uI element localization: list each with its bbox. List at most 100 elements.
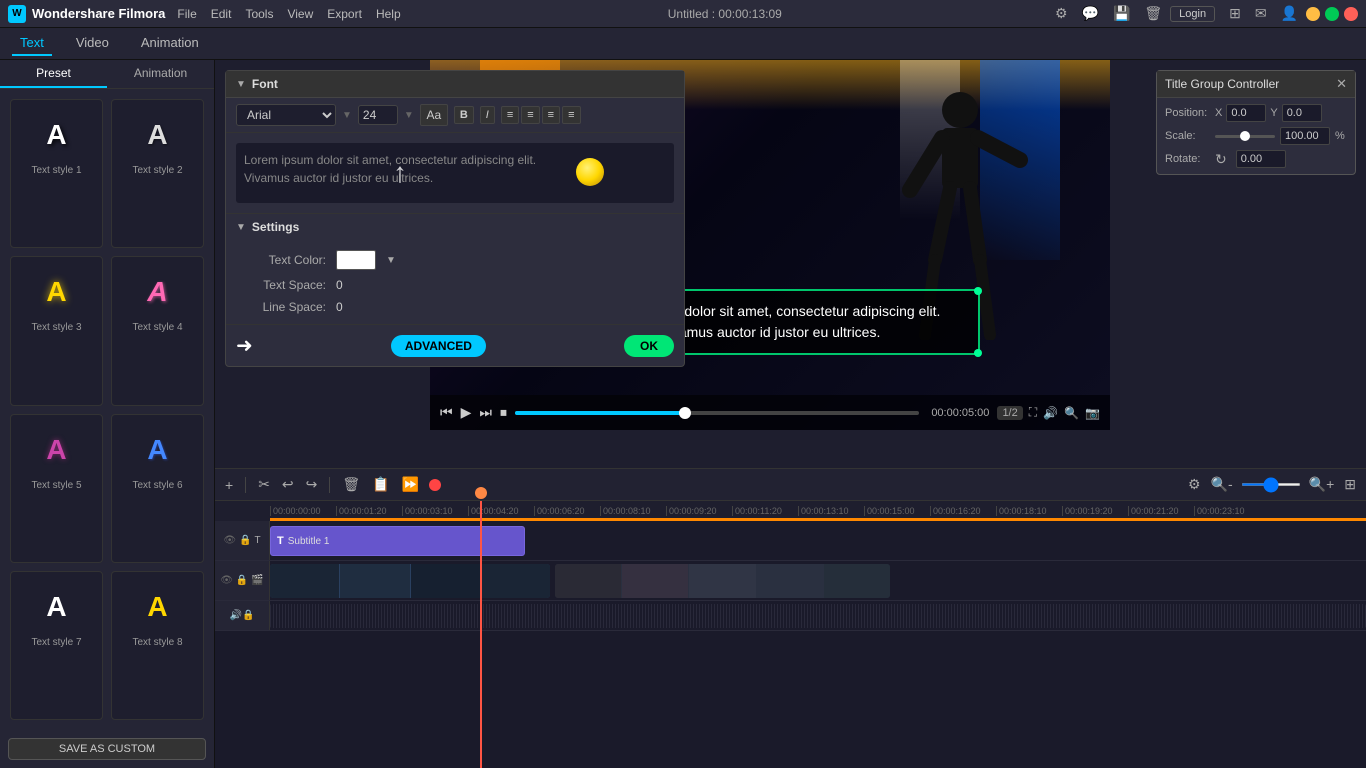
copy-button[interactable]: 📋	[370, 474, 391, 495]
x-input[interactable]	[1226, 104, 1266, 122]
style-item-8[interactable]: A Text style 8	[111, 571, 204, 720]
subtitle-clip[interactable]: Subtitle 1	[270, 526, 525, 556]
subtab-preset[interactable]: Preset	[0, 60, 107, 88]
style-item-6[interactable]: A Text style 6	[111, 414, 204, 563]
audio-track-content	[270, 601, 1366, 630]
bold-button[interactable]: B	[454, 106, 474, 124]
cut-button[interactable]: ✂	[256, 474, 272, 495]
font-toolbar: Arial ▼ ▼ Aa B I ≡ ≡ ≡ ≡	[226, 98, 684, 133]
add-track-button[interactable]: +	[223, 475, 235, 495]
video-clip-1[interactable]	[270, 564, 550, 598]
snapshot-icon[interactable]: 📷	[1085, 406, 1100, 420]
undo-button[interactable]: ↩	[280, 474, 296, 495]
title-controller-title: Title Group Controller	[1165, 77, 1279, 91]
color-dropdown-arrow[interactable]: ▼	[386, 255, 396, 266]
menu-bar: File Edit Tools View Export Help	[177, 7, 400, 21]
maximize-button[interactable]	[1325, 7, 1339, 21]
scale-input[interactable]	[1280, 127, 1330, 145]
fullscreen-icon[interactable]: ⛶	[1029, 405, 1037, 420]
video-clip-2[interactable]	[555, 564, 890, 598]
settings-icon[interactable]: ⚙	[1055, 5, 1068, 22]
timeline-fit-button[interactable]: ⊞	[1342, 474, 1358, 495]
style-item-1[interactable]: A Text style 1	[10, 99, 103, 248]
playhead-head	[475, 487, 487, 499]
align-left-button[interactable]: ≡	[501, 106, 519, 124]
login-button[interactable]: Login	[1170, 6, 1215, 22]
text-color-swatch[interactable]	[336, 250, 376, 270]
style-item-2[interactable]: A Text style 2	[111, 99, 204, 248]
align-center-button[interactable]: ≡	[521, 106, 539, 124]
menu-tools[interactable]: Tools	[245, 7, 273, 21]
line-space-value: 0	[336, 300, 343, 314]
handle-top-right[interactable]	[974, 287, 982, 295]
step-forward-button[interactable]: ⏭	[479, 404, 492, 421]
timeline-zoom-slider[interactable]	[1241, 483, 1301, 486]
redo-button[interactable]: ↪	[304, 474, 320, 495]
scale-slider[interactable]	[1215, 135, 1275, 138]
speed-button[interactable]: ⏩	[400, 474, 421, 495]
font-family-select[interactable]: Arial	[236, 104, 336, 126]
align-right-button[interactable]: ≡	[542, 106, 560, 124]
chat-icon[interactable]: 💬	[1082, 5, 1099, 22]
progress-thumb[interactable]	[679, 407, 691, 419]
menu-view[interactable]: View	[287, 7, 313, 21]
handle-bottom-right[interactable]	[974, 349, 982, 357]
speaker-icon[interactable]: 🔊	[230, 610, 242, 621]
position-xy: X Y	[1215, 104, 1322, 122]
trash-icon[interactable]: 🗑	[1144, 5, 1162, 22]
menu-file[interactable]: File	[177, 7, 196, 21]
style-label-1: Text style 1	[31, 165, 81, 176]
sub-tabs: Preset Animation	[0, 60, 214, 89]
style-item-3[interactable]: A Text style 3	[10, 256, 103, 405]
style-item-7[interactable]: A Text style 7	[10, 571, 103, 720]
settings-section-header[interactable]: ▼ Settings	[226, 213, 684, 240]
tab-animation[interactable]: Animation	[133, 31, 207, 56]
menu-export[interactable]: Export	[327, 7, 362, 21]
advanced-button[interactable]: ADVANCED	[391, 335, 486, 357]
delete-button[interactable]: 🗑	[340, 474, 362, 495]
style-item-5[interactable]: A Text style 5	[10, 414, 103, 563]
timeline-zoom-out[interactable]: 🔍-	[1209, 474, 1235, 495]
ok-button[interactable]: OK	[624, 335, 674, 357]
play-button[interactable]: ▶	[461, 404, 472, 421]
volume-icon[interactable]: 🔊	[1043, 406, 1058, 420]
audio-lock-icon[interactable]: 🔒	[242, 610, 254, 621]
timeline-settings-button[interactable]: ⚙	[1186, 474, 1203, 495]
minimize-button[interactable]	[1306, 7, 1320, 21]
video-eye-icon[interactable]: 👁	[220, 575, 233, 586]
mail-icon[interactable]: ✉	[1255, 5, 1267, 22]
subtab-animation[interactable]: Animation	[107, 60, 214, 88]
font-section-header[interactable]: ▼ Font	[226, 71, 684, 98]
italic-button[interactable]: I	[480, 106, 495, 124]
menu-help[interactable]: Help	[376, 7, 401, 21]
video-lock-icon[interactable]: 🔒	[236, 575, 248, 586]
timeline-zoom-in[interactable]: 🔍+	[1307, 474, 1337, 495]
ruler-mark-4: 00:00:06:20	[534, 506, 600, 516]
progress-bar[interactable]	[515, 411, 919, 415]
tab-text[interactable]: Text	[12, 31, 52, 56]
zoom-icon[interactable]: 🔍	[1064, 406, 1079, 420]
user-icon[interactable]: 👤	[1281, 5, 1298, 22]
rotate-input[interactable]	[1236, 150, 1286, 168]
y-label: Y	[1270, 107, 1277, 119]
style-item-4[interactable]: A Text style 4	[111, 256, 204, 405]
eye-icon[interactable]: 👁	[223, 535, 236, 546]
save-icon[interactable]: 💾	[1113, 5, 1130, 22]
subtitle-track-content: Subtitle 1	[270, 521, 1366, 560]
font-color-button[interactable]: Aa	[420, 104, 448, 126]
record-button[interactable]	[429, 479, 441, 491]
stop-button[interactable]: ⏹	[500, 404, 507, 421]
title-controller-close[interactable]: ✕	[1336, 76, 1347, 92]
lock-icon[interactable]: 🔒	[239, 535, 251, 546]
text-preview-area[interactable]: Lorem ipsum dolor sit amet, consectetur …	[236, 143, 674, 203]
line-space-row: Line Space: 0	[236, 300, 674, 314]
y-input[interactable]	[1282, 104, 1322, 122]
align-justify-button[interactable]: ≡	[562, 106, 580, 124]
tab-video[interactable]: Video	[68, 31, 117, 56]
step-back-button[interactable]: ⏮	[440, 404, 453, 421]
menu-edit[interactable]: Edit	[211, 7, 232, 21]
save-as-custom-button[interactable]: SAVE AS CUSTOM	[8, 738, 206, 760]
close-button[interactable]	[1344, 7, 1358, 21]
font-size-input[interactable]	[358, 105, 398, 125]
grid-icon[interactable]: ⊞	[1229, 5, 1241, 22]
